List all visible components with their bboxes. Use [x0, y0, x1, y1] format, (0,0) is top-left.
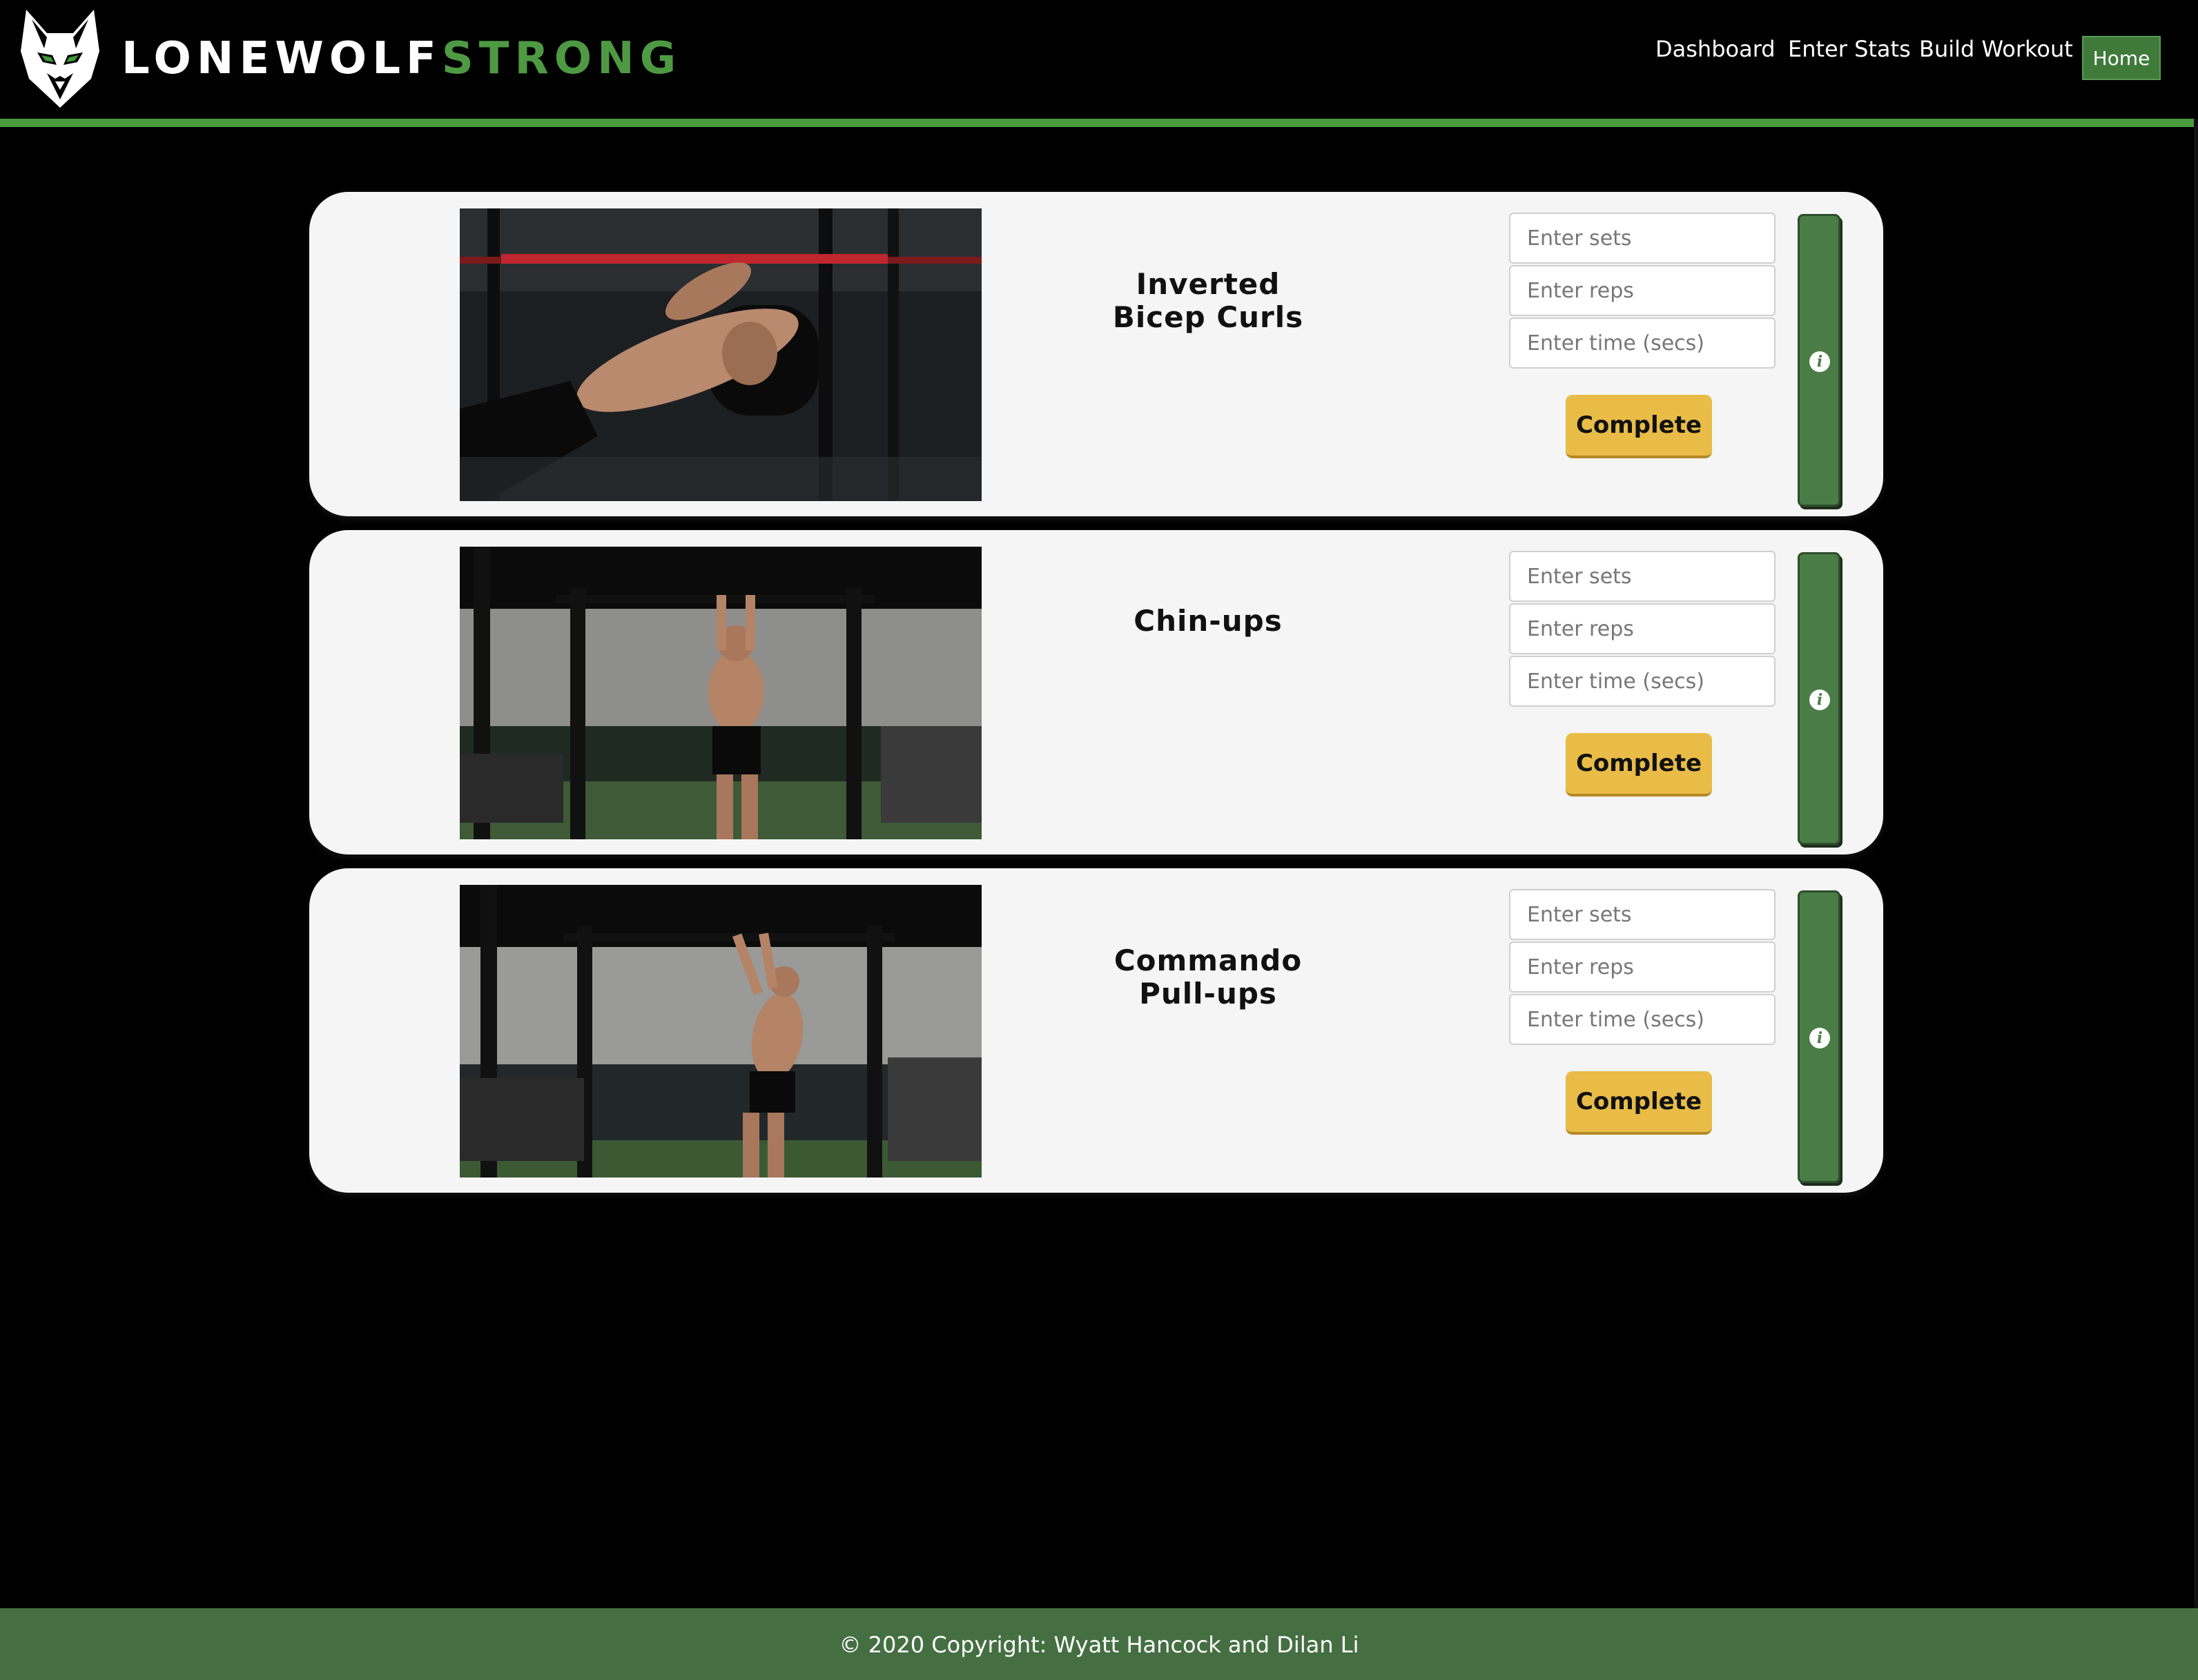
- sets-input[interactable]: [1509, 213, 1776, 264]
- top-navbar: LONEWOLFSTRONG Dashboard Enter Stats Bui…: [0, 0, 2198, 127]
- info-icon: i: [1809, 690, 1830, 710]
- brand-name-strong: STRONG: [441, 33, 682, 84]
- time-input[interactable]: [1509, 656, 1776, 707]
- exercise-title-line1: Commando: [1113, 944, 1303, 977]
- info-button[interactable]: i: [1798, 890, 1840, 1183]
- exercise-title-line2: Pull-ups: [1139, 977, 1277, 1010]
- info-icon: i: [1809, 1028, 1830, 1048]
- complete-button[interactable]: Complete: [1566, 733, 1712, 797]
- nav-link-dashboard[interactable]: Dashboard: [1655, 36, 1776, 62]
- exercise-photo: [460, 208, 982, 501]
- exercise-card: Chin-ups Complete i: [309, 530, 1883, 854]
- info-button[interactable]: i: [1798, 552, 1840, 845]
- exercise-inputs: [1509, 213, 1776, 370]
- exercise-title: Inverted Bicep Curls: [1110, 268, 1306, 334]
- sets-input[interactable]: [1509, 551, 1776, 602]
- exercise-photo: [460, 885, 982, 1178]
- footer-copyright: © 2020 Copyright: Wyatt Hancock and Dila…: [839, 1632, 1359, 1658]
- exercise-card: Inverted Bicep Curls Complete i: [309, 192, 1883, 516]
- home-button[interactable]: Home: [2082, 36, 2161, 80]
- exercise-title-line1: Chin-ups: [1134, 604, 1283, 638]
- complete-button[interactable]: Complete: [1566, 395, 1712, 458]
- time-input[interactable]: [1509, 318, 1776, 369]
- exercise-inputs: [1509, 889, 1776, 1046]
- time-input[interactable]: [1509, 994, 1776, 1045]
- exercise-inputs: [1509, 551, 1776, 708]
- brand-logo-link[interactable]: LONEWOLFSTRONG: [17, 10, 681, 108]
- footer: © 2020 Copyright: Wyatt Hancock and Dila…: [0, 1608, 2198, 1680]
- nav-link-enter-stats[interactable]: Enter Stats: [1788, 36, 1911, 62]
- wolf-logo-icon: [21, 10, 99, 108]
- brand-name-lone: LONEWOLF: [121, 33, 442, 84]
- exercise-photo-image: [460, 885, 982, 1178]
- reps-input[interactable]: [1509, 603, 1776, 654]
- reps-input[interactable]: [1509, 941, 1776, 993]
- exercise-photo-image: [460, 208, 982, 501]
- exercise-title: Commando Pull-ups: [1110, 944, 1306, 1010]
- exercise-photo: [460, 547, 982, 839]
- exercise-title-line2: Bicep Curls: [1112, 300, 1304, 334]
- brand-name: LONEWOLFSTRONG: [121, 37, 681, 81]
- exercise-card: Commando Pull-ups Complete i: [309, 868, 1883, 1193]
- complete-button[interactable]: Complete: [1566, 1071, 1712, 1135]
- nav-link-build-workout[interactable]: Build Workout: [1919, 36, 2073, 62]
- scrollbar-edge: [2194, 119, 2198, 1608]
- sets-input[interactable]: [1509, 889, 1776, 940]
- info-icon: i: [1809, 351, 1830, 372]
- exercise-title: Chin-ups: [1110, 605, 1306, 638]
- exercise-title-line1: Inverted: [1136, 267, 1281, 301]
- reps-input[interactable]: [1509, 265, 1776, 316]
- info-button[interactable]: i: [1798, 214, 1840, 507]
- exercise-photo-image: [460, 547, 982, 839]
